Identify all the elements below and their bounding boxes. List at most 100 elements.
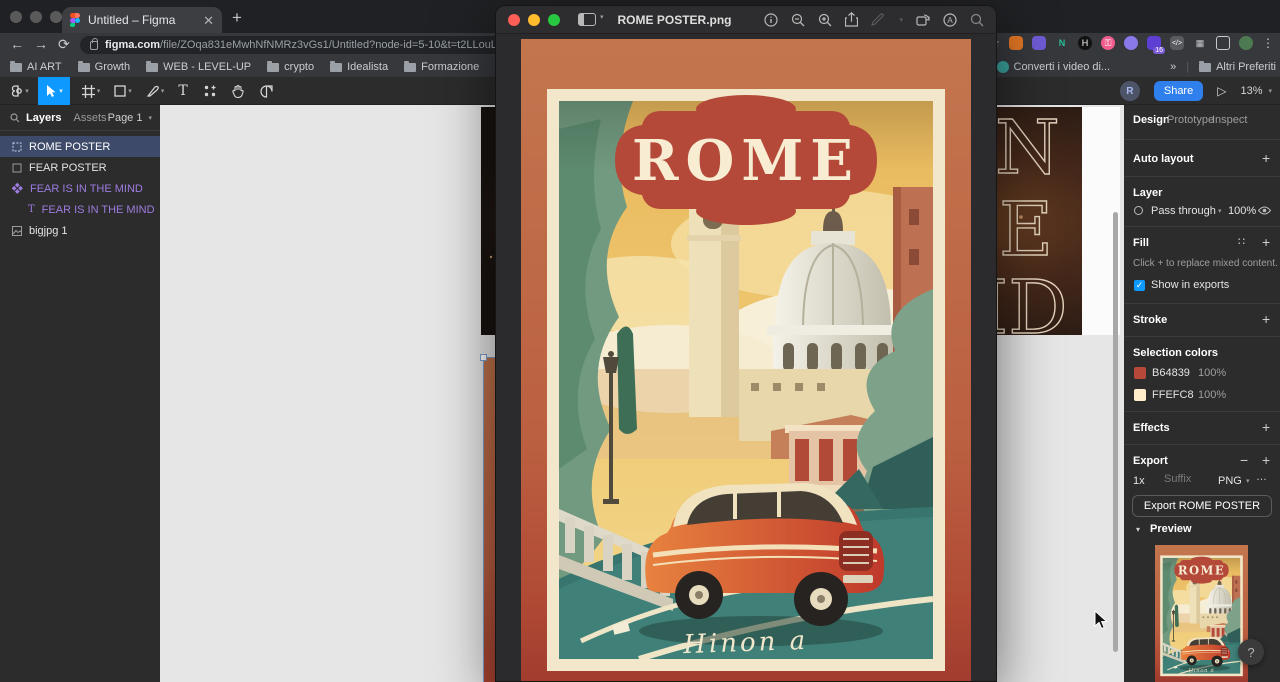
hand-tool[interactable] bbox=[226, 77, 250, 105]
export-rome-poster-button[interactable]: Export ROME POSTER bbox=[1132, 495, 1272, 517]
purple-extension-icon[interactable] bbox=[1032, 36, 1046, 50]
color-hex-value[interactable]: FFEFC8 bbox=[1152, 389, 1194, 401]
text-tool[interactable]: T bbox=[172, 77, 194, 105]
add-effect-button[interactable]: + bbox=[1262, 420, 1270, 434]
tab-close-icon[interactable]: ✕ bbox=[203, 14, 214, 27]
chevron-down-icon[interactable]: ▾ bbox=[1218, 207, 1222, 215]
forward-icon[interactable]: → bbox=[34, 36, 48, 52]
color-opacity[interactable]: 100% bbox=[1198, 367, 1226, 379]
close-window-button[interactable] bbox=[10, 11, 22, 23]
bookmark-folder-formazione[interactable]: Formazione bbox=[404, 61, 479, 73]
minimize-window-button[interactable] bbox=[528, 14, 540, 26]
share-icon[interactable] bbox=[845, 12, 858, 27]
browser-window-controls[interactable] bbox=[10, 11, 62, 23]
present-icon[interactable]: ▷ bbox=[1217, 84, 1226, 98]
canvas-scrollbar[interactable] bbox=[1113, 212, 1118, 652]
tab-design[interactable]: Design bbox=[1133, 114, 1170, 126]
resources-tool[interactable] bbox=[198, 77, 222, 105]
layer-row-fear-component[interactable]: FEAR IS IN THE MIND bbox=[0, 178, 160, 199]
visibility-eye-icon[interactable] bbox=[1258, 206, 1271, 215]
user-avatar[interactable]: R bbox=[1120, 81, 1140, 101]
zoom-window-button[interactable] bbox=[548, 14, 560, 26]
cloud-extension-icon[interactable] bbox=[1124, 36, 1138, 50]
color-swatch[interactable] bbox=[1134, 389, 1146, 401]
rotate-icon[interactable] bbox=[916, 13, 930, 26]
browser-tab[interactable]: Untitled – Figma ✕ bbox=[62, 7, 222, 33]
tab-assets[interactable]: Assets bbox=[73, 112, 106, 124]
layer-row-fear-poster[interactable]: FEAR POSTER bbox=[0, 157, 160, 178]
badged-extension-icon[interactable]: 16 bbox=[1147, 36, 1161, 50]
comment-tool[interactable] bbox=[254, 77, 278, 105]
bookmark-folder-growth[interactable]: Growth bbox=[78, 61, 130, 73]
notion-style-extension-icon[interactable]: N bbox=[1055, 36, 1069, 50]
move-tool[interactable]: ▾ bbox=[38, 77, 70, 105]
chevron-down-icon[interactable]: ▾ bbox=[148, 114, 152, 122]
preview-disclosure-icon[interactable]: ▾ bbox=[1136, 525, 1140, 534]
sidebar-toggle-icon[interactable]: ▾ bbox=[578, 13, 604, 26]
key-extension-icon[interactable]: ⚿ bbox=[1101, 36, 1115, 50]
new-tab-button[interactable]: + bbox=[232, 9, 242, 26]
bookmarks-overflow-icon[interactable]: » bbox=[1170, 61, 1176, 73]
export-format-dropdown[interactable]: PNG bbox=[1218, 475, 1242, 487]
info-icon[interactable] bbox=[764, 13, 778, 27]
tab-layers[interactable]: Layers bbox=[26, 112, 61, 124]
help-button[interactable]: ? bbox=[1238, 639, 1264, 665]
markup-pencil-icon[interactable] bbox=[871, 13, 884, 26]
pen-tool[interactable]: ▾ bbox=[142, 77, 168, 105]
figma-main-menu[interactable]: ▾ bbox=[6, 77, 34, 105]
layer-row-rome-poster[interactable]: ROME POSTER bbox=[0, 136, 160, 157]
bookmark-folder-altri-preferiti[interactable]: Altri Preferiti bbox=[1199, 61, 1276, 73]
back-icon[interactable]: ← bbox=[10, 36, 24, 52]
export-scale[interactable]: 1x bbox=[1133, 475, 1145, 487]
window-icon[interactable] bbox=[1216, 36, 1230, 50]
puzzle-extensions-icon[interactable]: ▦ bbox=[1193, 36, 1207, 50]
zoom-level-dropdown[interactable]: 13%▾ bbox=[1240, 85, 1272, 97]
selection-handle[interactable] bbox=[480, 354, 487, 361]
layer-row-fear-text[interactable]: T FEAR IS IN THE MIND bbox=[0, 199, 160, 220]
search-icon[interactable] bbox=[10, 113, 20, 123]
preview-window[interactable]: ▾ ROME POSTER.png ▾ A bbox=[495, 5, 997, 682]
layer-opacity-value[interactable]: 100% bbox=[1228, 205, 1256, 217]
minimize-window-button[interactable] bbox=[30, 11, 42, 23]
chevron-down-icon[interactable]: ▾ bbox=[899, 16, 903, 24]
color-opacity[interactable]: 100% bbox=[1198, 389, 1226, 401]
share-button[interactable]: Share bbox=[1154, 81, 1203, 101]
annotate-icon[interactable]: A bbox=[943, 13, 957, 27]
preview-window-titlebar[interactable]: ▾ ROME POSTER.png ▾ A bbox=[496, 6, 996, 34]
export-options-icon[interactable]: … bbox=[1256, 471, 1267, 483]
profile-avatar[interactable] bbox=[1239, 36, 1253, 50]
suffix-input[interactable] bbox=[1164, 473, 1212, 485]
bookmark-folder-web-level-up[interactable]: WEB - LEVEL-UP bbox=[146, 61, 251, 73]
close-window-button[interactable] bbox=[508, 14, 520, 26]
color-swatch[interactable] bbox=[1134, 367, 1146, 379]
frame-tool[interactable]: ▾ bbox=[78, 77, 104, 105]
show-in-exports-checkbox[interactable]: ✓ bbox=[1134, 280, 1145, 291]
code-extension-icon[interactable]: </> bbox=[1170, 36, 1184, 50]
remove-export-button[interactable]: − bbox=[1240, 453, 1248, 467]
bookmark-folder-crypto[interactable]: crypto bbox=[267, 61, 314, 73]
color-hex-value[interactable]: B64839 bbox=[1152, 367, 1190, 379]
add-auto-layout-button[interactable]: + bbox=[1262, 151, 1270, 165]
blend-mode-dropdown[interactable]: Pass through bbox=[1151, 205, 1216, 217]
tab-prototype[interactable]: Prototype bbox=[1167, 114, 1214, 126]
zoom-window-button[interactable] bbox=[50, 11, 62, 23]
add-export-button[interactable]: + bbox=[1262, 453, 1270, 467]
zoom-out-icon[interactable] bbox=[791, 13, 805, 27]
bookmark-idealista[interactable]: Idealista bbox=[330, 61, 388, 73]
shape-tool[interactable]: ▾ bbox=[110, 77, 136, 105]
search-icon[interactable] bbox=[970, 13, 984, 27]
add-fill-button[interactable]: + bbox=[1262, 235, 1270, 249]
fill-styles-icon[interactable]: ∷ bbox=[1238, 235, 1246, 248]
layer-row-bigjpg[interactable]: bigjpg 1 bbox=[0, 220, 160, 241]
blend-mode-icon[interactable] bbox=[1134, 206, 1143, 215]
add-stroke-button[interactable]: + bbox=[1262, 312, 1270, 326]
chevron-down-icon[interactable]: ▾ bbox=[1246, 477, 1250, 485]
h-extension-icon[interactable]: H bbox=[1078, 36, 1092, 50]
browser-menu-icon[interactable]: ⋮ bbox=[1262, 36, 1274, 50]
bookmark-converti-video[interactable]: Converti i video di... bbox=[997, 61, 1111, 73]
page-selector[interactable]: Page 1 bbox=[108, 112, 143, 124]
tab-inspect[interactable]: Inspect bbox=[1212, 114, 1247, 126]
reload-icon[interactable]: ⟳ bbox=[58, 36, 70, 53]
bookmark-folder-ai-art[interactable]: AI ART bbox=[10, 61, 62, 73]
metamask-extension-icon[interactable] bbox=[1009, 36, 1023, 50]
